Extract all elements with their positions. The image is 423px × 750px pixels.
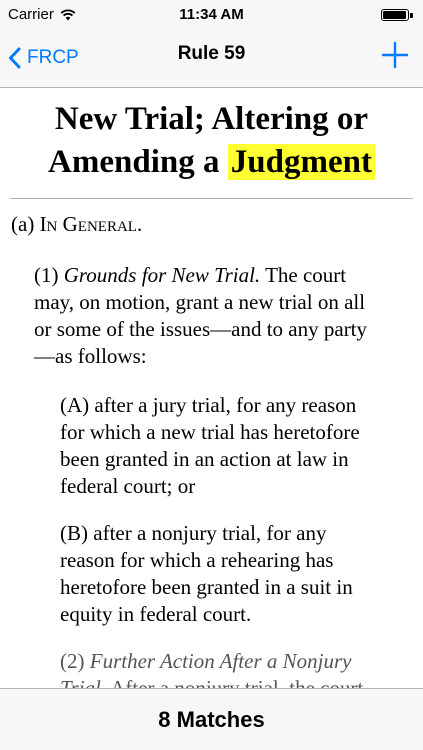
subdivision-a-heading: In General.: [39, 212, 143, 236]
search-matches-bar[interactable]: 8 Matches: [0, 688, 423, 750]
paragraph-1-B: (B) after a nonjury trial, for any reaso…: [60, 520, 383, 628]
paragraph-1: (1) Grounds for New Trial. The court may…: [34, 262, 383, 370]
paragraph-1-B-marker: (B): [60, 521, 88, 545]
heading-line-1: New Trial; Altering or: [54, 101, 369, 137]
paragraph-1-heading: Grounds for New Trial.: [63, 263, 261, 287]
paragraph-2: (2) Further Action After a Nonjury Trial…: [60, 648, 383, 688]
rule-content[interactable]: New Trial; Altering or Amending a Judgme…: [0, 88, 423, 688]
navigation-bar: FRCP Rule 59: [0, 30, 423, 88]
paragraph-2-marker: (2): [60, 649, 85, 673]
paragraph-1-A: (A) after a jury trial, for any reason f…: [60, 392, 383, 500]
battery-fill: [383, 11, 406, 19]
page-title: Rule 59: [177, 43, 246, 64]
paragraph-1-B-text: after a nonjury trial, for any reason fo…: [60, 521, 353, 626]
subdivision-a: (a) In General.: [11, 211, 411, 238]
paragraph-1-marker: (1): [34, 263, 59, 287]
subdivision-a-marker: (a): [11, 212, 35, 236]
paragraph-1-A-marker: (A): [60, 393, 90, 417]
rule-heading: New Trial; Altering or Amending a Judgme…: [10, 98, 413, 199]
matches-count: 8 Matches: [158, 706, 265, 732]
search-highlight: Judgment: [227, 144, 375, 180]
battery-tip: [410, 13, 413, 18]
status-time: 11:34 AM: [179, 6, 244, 23]
heading-line-2: Amending a: [48, 144, 220, 180]
plus-icon[interactable]: [381, 41, 409, 69]
status-bar: Carrier 11:34 AM: [0, 0, 423, 30]
battery-icon: [381, 9, 409, 21]
paragraph-2-text: After a nonjury trial, the court may, on…: [110, 676, 364, 688]
paragraph-1-A-text: after a jury trial, for any reason for w…: [60, 393, 360, 498]
